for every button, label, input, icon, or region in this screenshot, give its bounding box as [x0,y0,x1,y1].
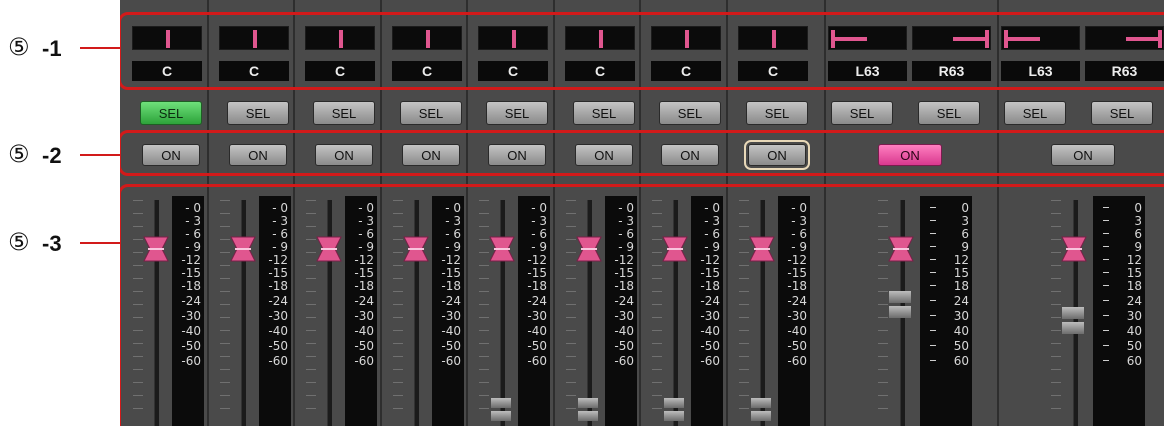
callout-suffix: -2 [42,143,62,168]
callout-leader-line [80,242,120,244]
callout-5-3: ⑤ -3 [0,228,120,258]
sel-button[interactable]: SEL [573,101,635,125]
callout-number: ⑤ [8,33,30,61]
sel-button-right[interactable]: SEL [918,101,980,125]
sel-button[interactable]: SEL [400,101,462,125]
sel-button[interactable]: SEL [140,101,202,125]
highlight-pan-section [120,12,1164,90]
callout-suffix: -3 [42,231,62,256]
callout-5-1: ⑤ -1 [0,33,120,63]
sel-button-left[interactable]: SEL [1004,101,1066,125]
callout-number: ⑤ [8,228,30,256]
callout-leader-line [80,154,120,156]
sel-button[interactable]: SEL [746,101,808,125]
callout-number: ⑤ [8,140,30,168]
callout-leader-line [80,47,120,49]
mixer-panel: C SEL ON - 0- 3- 6- 9 -12 -15 -18 -24 -30 -40 -50-… [120,0,1164,426]
callout-suffix: -1 [42,36,62,61]
callout-5-2: ⑤ -2 [0,140,120,170]
sel-button[interactable]: SEL [227,101,289,125]
sel-button-left[interactable]: SEL [831,101,893,125]
sel-button[interactable]: SEL [659,101,721,125]
sel-button[interactable]: SEL [486,101,548,125]
highlight-on-section [120,130,1164,176]
sel-button[interactable]: SEL [313,101,375,125]
sel-button-right[interactable]: SEL [1091,101,1153,125]
highlight-fader-section [120,184,1164,426]
